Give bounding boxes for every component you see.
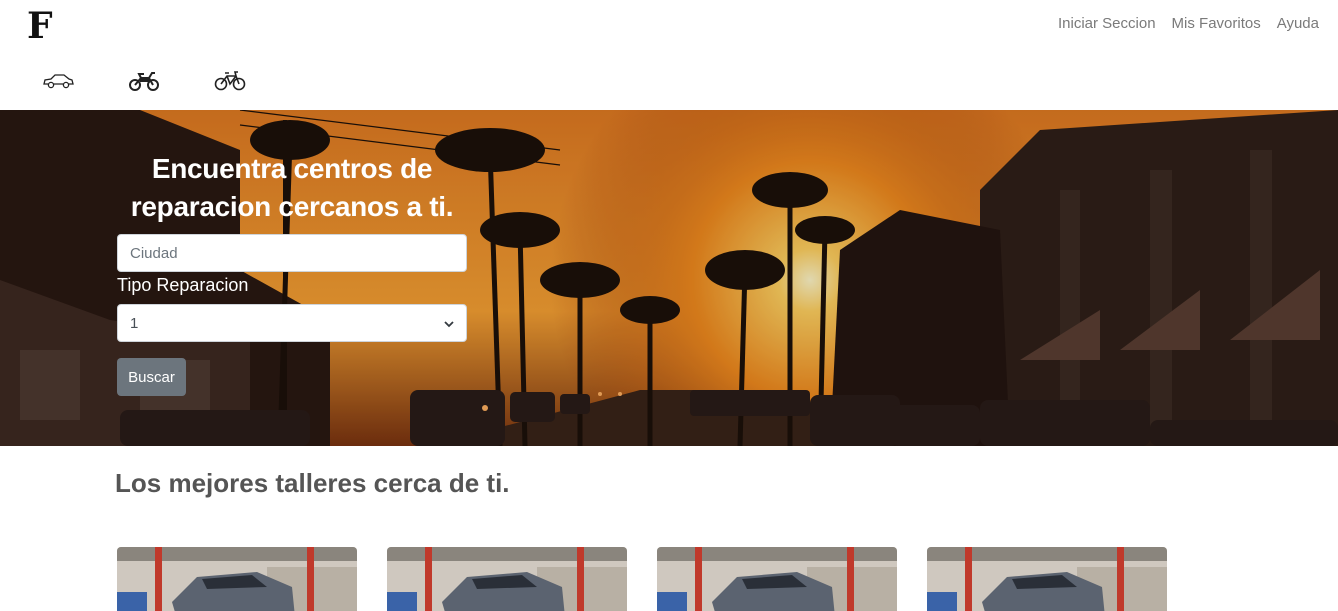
top-nav: Iniciar Seccion Mis Favoritos Ayuda xyxy=(1058,14,1319,34)
repair-type-label: Tipo Reparacion xyxy=(117,275,249,295)
bicycle-icon[interactable] xyxy=(214,68,246,94)
workshop-card[interactable] xyxy=(927,547,1167,611)
hero-banner: Encuentra centros de reparacion cercanos… xyxy=(0,110,1338,446)
logo[interactable]: F xyxy=(27,6,53,46)
repair-type-value: 1 xyxy=(130,314,139,332)
workshop-card[interactable] xyxy=(117,547,357,611)
workshop-photo xyxy=(117,547,357,611)
header: F Iniciar Seccion Mis Favoritos Ayuda xyxy=(0,0,1338,110)
workshop-card[interactable] xyxy=(387,547,627,611)
section-title: Los mejores talleres cerca de ti. xyxy=(115,468,510,498)
workshop-photo xyxy=(387,547,627,611)
search-button[interactable]: Buscar xyxy=(117,358,186,396)
chevron-down-icon xyxy=(444,315,454,332)
repair-type-select[interactable]: 1 xyxy=(117,304,467,342)
motorcycle-icon[interactable] xyxy=(128,68,160,94)
nav-favorites-link[interactable]: Mis Favoritos xyxy=(1172,14,1261,34)
nav-help-link[interactable]: Ayuda xyxy=(1277,14,1319,34)
city-input[interactable] xyxy=(117,234,467,272)
workshop-photo xyxy=(927,547,1167,611)
hero-title: Encuentra centros de reparacion cercanos… xyxy=(130,153,454,222)
car-icon[interactable] xyxy=(42,68,74,94)
vehicle-type-selector xyxy=(42,68,246,94)
nav-login-link[interactable]: Iniciar Seccion xyxy=(1058,14,1156,34)
workshop-card[interactable] xyxy=(657,547,897,611)
workshop-photo xyxy=(657,547,897,611)
workshop-cards xyxy=(117,547,1167,611)
